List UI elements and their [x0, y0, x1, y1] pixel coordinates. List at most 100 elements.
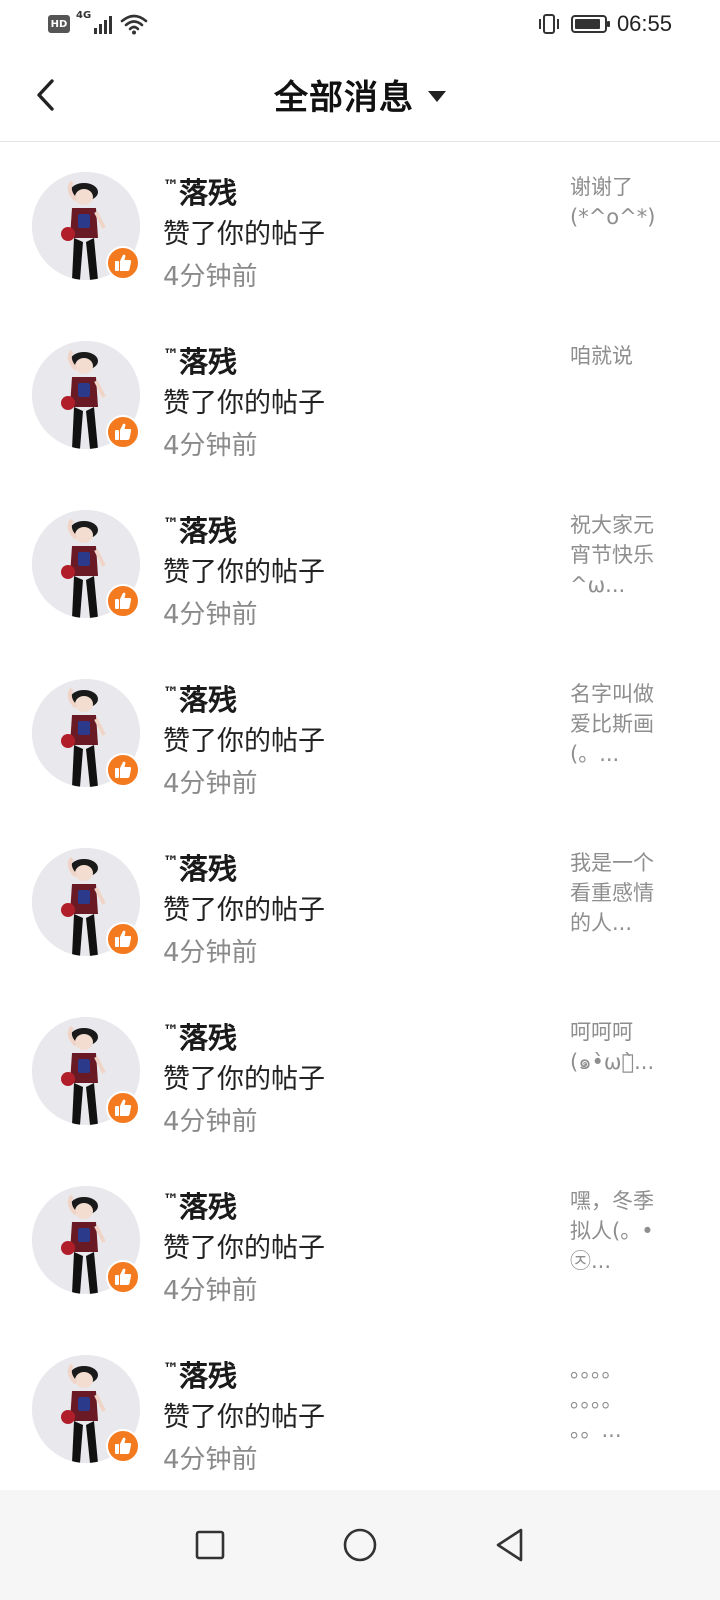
- user-name[interactable]: ™落残: [163, 1011, 543, 1058]
- post-preview[interactable]: 名字叫做 爱比斯画 (。...: [570, 679, 670, 769]
- user-name-text: 落残: [179, 1359, 238, 1393]
- avatar-wrap[interactable]: [32, 1017, 140, 1125]
- status-bar: HD 4G 06:55: [0, 0, 720, 48]
- cellular-signal-icon: 4G: [76, 10, 112, 34]
- action-text: 赞了你的帖子: [163, 726, 325, 757]
- thumbs-up-icon: [106, 1260, 140, 1294]
- action-text: 赞了你的帖子: [163, 1064, 325, 1095]
- network-type: 4G: [76, 10, 92, 21]
- action-text: 赞了你的帖子: [163, 1402, 325, 1433]
- notification-texts: ™落残 赞了你的帖子 4分钟前: [163, 1349, 543, 1480]
- timestamp: 4分钟前: [163, 769, 258, 799]
- screen: HD 4G 06:55 全部消息 ™落残 赞了你的帖子 4分钟前 谢谢了 (*^…: [0, 0, 720, 1600]
- timestamp: 4分钟前: [163, 262, 258, 292]
- caret-down-icon: [428, 91, 446, 102]
- thumbs-up-icon: [106, 246, 140, 280]
- home-button[interactable]: [340, 1525, 380, 1565]
- avatar-wrap[interactable]: [32, 172, 140, 280]
- message-filter-dropdown[interactable]: 全部消息: [274, 70, 446, 119]
- notification-texts: ™落残 赞了你的帖子 4分钟前: [163, 335, 543, 466]
- user-name[interactable]: ™落残: [163, 166, 543, 213]
- timestamp: 4分钟前: [163, 431, 258, 461]
- user-name-text: 落残: [179, 176, 238, 210]
- triangle-back-icon: [496, 1528, 523, 1562]
- thumbs-up-icon: [106, 415, 140, 449]
- trademark-mark: ™: [163, 1021, 179, 1040]
- notification-item[interactable]: ™落残 赞了你的帖子 4分钟前 。。。。 。。。。 。。...: [0, 1325, 720, 1494]
- system-nav-bar: [0, 1490, 720, 1600]
- trademark-mark: ™: [163, 176, 179, 195]
- post-preview[interactable]: 谢谢了 (*^o^*): [570, 172, 670, 232]
- notification-item[interactable]: ™落残 赞了你的帖子 4分钟前 名字叫做 爱比斯画 (。...: [0, 649, 720, 818]
- page-title: 全部消息: [274, 78, 414, 118]
- notification-texts: ™落残 赞了你的帖子 4分钟前: [163, 504, 543, 635]
- avatar-wrap[interactable]: [32, 848, 140, 956]
- thumbs-up-icon: [106, 1091, 140, 1125]
- recent-apps-button[interactable]: [190, 1525, 230, 1565]
- status-right: 06:55: [537, 11, 672, 37]
- timestamp: 4分钟前: [163, 600, 258, 630]
- notification-item[interactable]: ™落残 赞了你的帖子 4分钟前 咱就说: [0, 311, 720, 480]
- thumbs-up-icon: [106, 753, 140, 787]
- app-header: 全部消息: [0, 48, 720, 142]
- action-text: 赞了你的帖子: [163, 388, 325, 419]
- square-icon: [195, 1530, 225, 1560]
- trademark-mark: ™: [163, 852, 179, 871]
- vibrate-icon: [538, 14, 559, 34]
- notification-item[interactable]: ™落残 赞了你的帖子 4分钟前 嘿，冬季 拟人(。• ㉨...: [0, 1156, 720, 1325]
- thumbs-up-icon: [106, 922, 140, 956]
- user-name[interactable]: ™落残: [163, 1349, 543, 1396]
- action-text: 赞了你的帖子: [163, 895, 325, 926]
- trademark-mark: ™: [163, 1190, 179, 1209]
- notification-texts: ™落残 赞了你的帖子 4分钟前: [163, 842, 543, 973]
- user-name-text: 落残: [179, 1021, 238, 1055]
- post-preview[interactable]: 嘿，冬季 拟人(。• ㉨...: [570, 1186, 670, 1276]
- notification-item[interactable]: ™落残 赞了你的帖子 4分钟前 呵呵呵 (๑•̀ωก̀...: [0, 987, 720, 1156]
- action-text: 赞了你的帖子: [163, 557, 325, 588]
- post-preview[interactable]: 呵呵呵 (๑•̀ωก̀...: [570, 1017, 670, 1077]
- trademark-mark: ™: [163, 345, 179, 364]
- post-preview[interactable]: 咱就说: [570, 341, 670, 371]
- user-name-text: 落残: [179, 345, 238, 379]
- avatar-wrap[interactable]: [32, 679, 140, 787]
- post-preview[interactable]: 。。。。 。。。。 。。...: [570, 1355, 670, 1445]
- back-button[interactable]: [20, 70, 70, 120]
- user-name-text: 落残: [179, 514, 238, 548]
- avatar-wrap[interactable]: [32, 510, 140, 618]
- user-name-text: 落残: [179, 852, 238, 886]
- avatar-wrap[interactable]: [32, 1355, 140, 1463]
- timestamp: 4分钟前: [163, 1276, 258, 1306]
- notification-texts: ™落残 赞了你的帖子 4分钟前: [163, 166, 543, 297]
- trademark-mark: ™: [163, 514, 179, 533]
- notification-item[interactable]: ™落残 赞了你的帖子 4分钟前 我是一个 看重感情 的人...: [0, 818, 720, 987]
- timestamp: 4分钟前: [163, 1445, 258, 1475]
- user-name[interactable]: ™落残: [163, 504, 543, 551]
- battery-fill: [574, 19, 601, 29]
- notification-item[interactable]: ™落残 赞了你的帖子 4分钟前 谢谢了 (*^o^*): [0, 142, 720, 311]
- timestamp: 4分钟前: [163, 1107, 258, 1137]
- system-back-button[interactable]: [490, 1525, 530, 1565]
- trademark-mark: ™: [163, 683, 179, 702]
- user-name-text: 落残: [179, 683, 238, 717]
- action-text: 赞了你的帖子: [163, 1233, 325, 1264]
- user-name-text: 落残: [179, 1190, 238, 1224]
- avatar-wrap[interactable]: [32, 1186, 140, 1294]
- notification-texts: ™落残 赞了你的帖子 4分钟前: [163, 1011, 543, 1142]
- hd-icon: HD: [48, 15, 70, 33]
- battery-icon: [570, 15, 610, 33]
- thumbs-up-icon: [106, 1429, 140, 1463]
- user-name[interactable]: ™落残: [163, 1180, 543, 1227]
- user-name[interactable]: ™落残: [163, 335, 543, 382]
- notification-texts: ™落残 赞了你的帖子 4分钟前: [163, 673, 543, 804]
- post-preview[interactable]: 我是一个 看重感情 的人...: [570, 848, 670, 938]
- avatar-wrap[interactable]: [32, 341, 140, 449]
- notification-item[interactable]: ™落残 赞了你的帖子 4分钟前 祝大家元 宵节快乐 ^ω...: [0, 480, 720, 649]
- status-left: HD 4G: [48, 10, 148, 35]
- trademark-mark: ™: [163, 1359, 179, 1378]
- post-preview[interactable]: 祝大家元 宵节快乐 ^ω...: [570, 510, 670, 600]
- user-name[interactable]: ™落残: [163, 842, 543, 889]
- user-name[interactable]: ™落残: [163, 673, 543, 720]
- timestamp: 4分钟前: [163, 938, 258, 968]
- chevron-left-icon: [37, 79, 54, 111]
- action-text: 赞了你的帖子: [163, 219, 325, 250]
